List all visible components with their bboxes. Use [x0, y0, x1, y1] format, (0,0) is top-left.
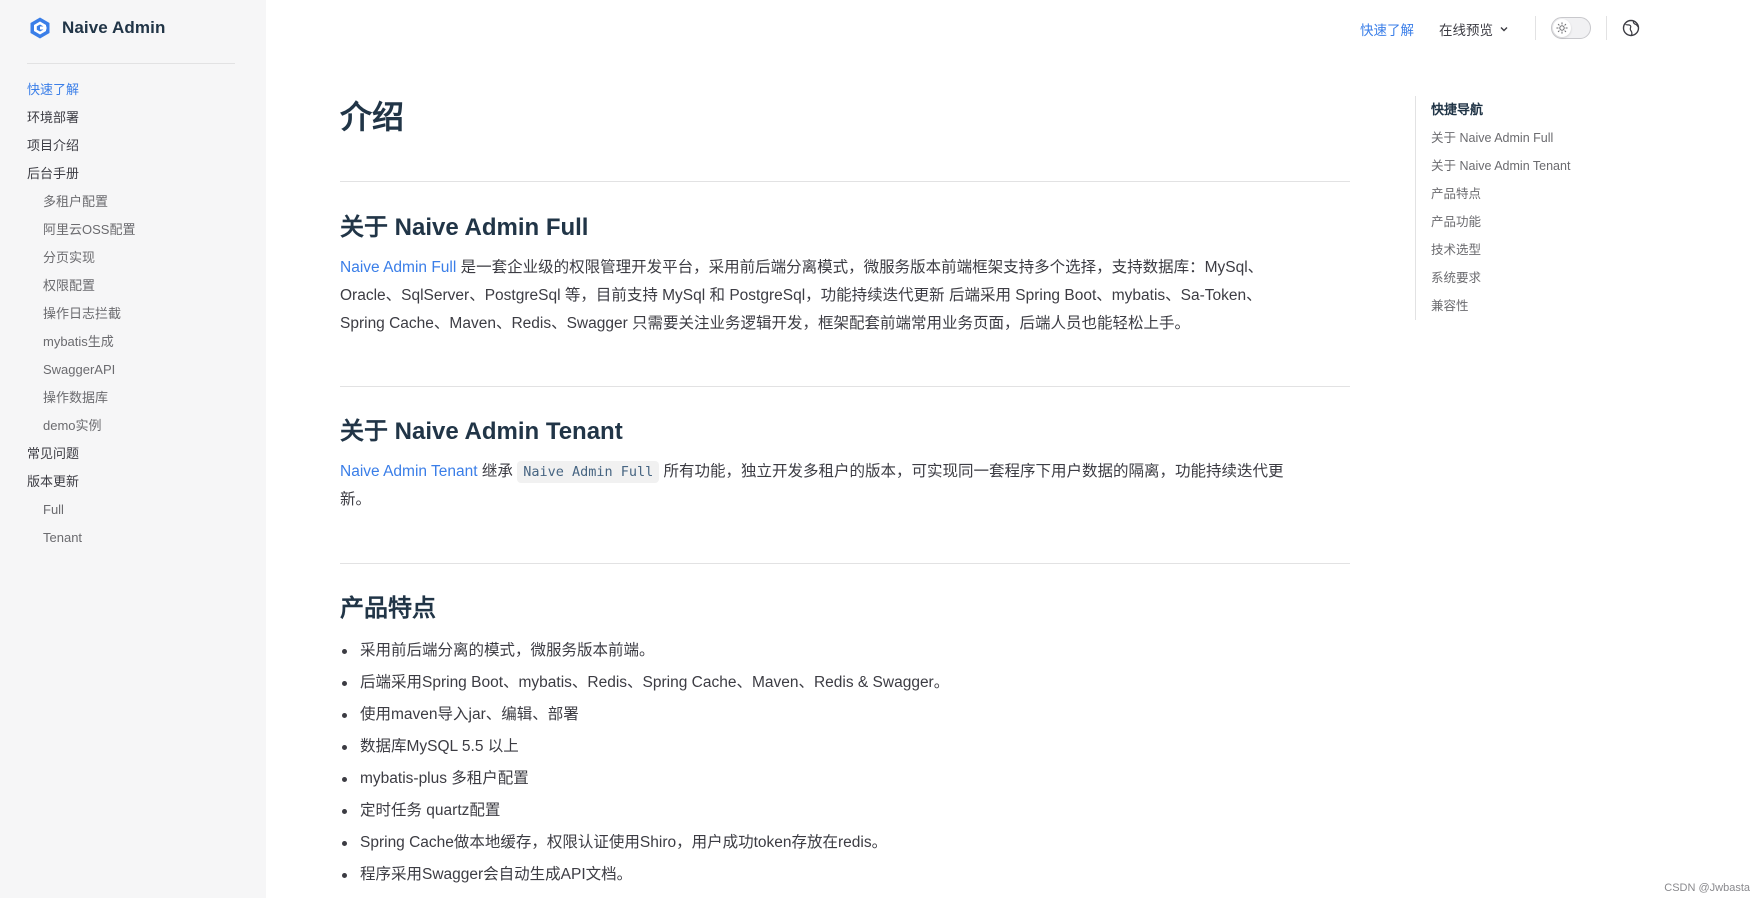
sidebar-item[interactable]: 阿里云OSS配置: [27, 220, 135, 248]
sidebar-item[interactable]: SwaggerAPI: [27, 360, 135, 388]
sidebar-item[interactable]: 后台手册: [27, 164, 135, 192]
theme-toggle[interactable]: [1551, 17, 1591, 39]
full-text-2: Oracle、SqlServer、PostgreSql 等，目前支持 MySql…: [340, 287, 1262, 304]
chevron-down-icon: [1500, 27, 1508, 32]
bullet-icon: [342, 873, 347, 878]
list-item: 数据库MySQL 5.5 以上: [342, 735, 1350, 767]
list-item: 定时任务 quartz配置: [342, 799, 1350, 831]
sidebar-item[interactable]: 项目介绍: [27, 136, 135, 164]
naive-admin-full-link[interactable]: Naive Admin Full: [340, 259, 456, 276]
list-item-text: 定时任务 quartz配置: [360, 802, 501, 819]
sidebar: Naive Admin 快速了解 环境部署 项目介绍 后台手册 多租户配置 阿里云OSS配…: [0, 0, 266, 898]
sidebar-item[interactable]: 多租户配置: [27, 192, 135, 220]
section-heading-full: 关于 Naive Admin Full: [340, 214, 589, 241]
outline-item[interactable]: 关于 Naive Admin Full: [1431, 124, 1615, 152]
features-list: 采用前后端分离的模式，微服务版本前端。后端采用Spring Boot、mybat…: [342, 639, 1350, 895]
section-full-text: Naive Admin Full 是一套企业级的权限管理开发平台，采用前后端分离…: [340, 254, 1350, 338]
list-item-text: 程序采用Swagger会自动生成API文档。: [360, 866, 633, 883]
sidebar-item[interactable]: 权限配置: [27, 276, 135, 304]
nav-preview-label: 在线预览: [1439, 23, 1493, 38]
sidebar-item[interactable]: 操作日志拦截: [27, 304, 135, 332]
outline-item[interactable]: 产品特点: [1431, 180, 1615, 208]
section-divider: [340, 563, 1350, 564]
sun-icon: [1556, 22, 1568, 34]
topnav-divider: [1535, 16, 1536, 40]
tenant-text-2: 新。: [340, 491, 372, 508]
naive-admin-tenant-link[interactable]: Naive Admin Tenant: [340, 463, 478, 480]
sidebar-item[interactable]: mybatis生成: [27, 332, 135, 360]
outline-item[interactable]: 系统要求: [1431, 264, 1615, 292]
nav-preview-dropdown[interactable]: 在线预览: [1439, 19, 1509, 39]
sidebar-item[interactable]: Tenant: [27, 528, 135, 556]
list-item-text: 使用maven导入jar、编辑、部署: [360, 706, 579, 723]
section-tenant-text: Naive Admin Tenant 继承 Naive Admin Full 所…: [340, 458, 1350, 514]
list-item: 使用maven导入jar、编辑、部署: [342, 703, 1350, 735]
sidebar-item[interactable]: 分页实现: [27, 248, 135, 276]
sidebar-item[interactable]: 环境部署: [27, 108, 135, 136]
bullet-icon: [342, 681, 347, 686]
tenant-text-1: 所有功能，独立开发多租户的版本，可实现同一套程序下用户数据的隔离，功能持续迭代更: [659, 463, 1284, 480]
outline-item[interactable]: 技术选型: [1431, 236, 1615, 264]
full-text-3: Spring Cache、Maven、Redis、Swagger 只需要关注业务…: [340, 315, 1191, 332]
brand-name: Naive Admin: [62, 18, 166, 37]
nav-quick-link[interactable]: 快速了解: [1360, 19, 1414, 39]
page-title: 介绍: [340, 99, 405, 135]
list-item-text: 数据库MySQL 5.5 以上: [360, 738, 519, 755]
sidebar-item[interactable]: 操作数据库: [27, 388, 135, 416]
list-item-text: 采用前后端分离的模式，微服务版本前端。: [360, 642, 655, 659]
full-text-1: 是一套企业级的权限管理开发平台，采用前后端分离模式，微服务版本前端框架支持多个选…: [456, 259, 1264, 276]
tenant-text-before: 继承: [477, 463, 518, 480]
outline-title: 快捷导航: [1431, 102, 1484, 117]
page-outline: 快捷导航 关于 Naive Admin Full 关于 Naive Admin T…: [1415, 96, 1615, 320]
sidebar-divider: [27, 63, 235, 64]
sidebar-item[interactable]: 版本更新: [27, 472, 135, 500]
list-item: Spring Cache做本地缓存，权限认证使用Shiro，用户成功token存…: [342, 831, 1350, 863]
sidebar-item[interactable]: 快速了解: [27, 80, 135, 108]
bullet-icon: [342, 745, 347, 750]
sidebar-nav: 快速了解 环境部署 项目介绍 后台手册 多租户配置 阿里云OSS配置 分页实现 权限配置 操作日…: [27, 80, 135, 556]
bullet-icon: [342, 713, 347, 718]
bullet-icon: [342, 777, 347, 782]
sidebar-item[interactable]: 常见问题: [27, 444, 135, 472]
brand[interactable]: Naive Admin: [28, 16, 165, 40]
list-item-text: 后端采用Spring Boot、mybatis、Redis、Spring Cac…: [360, 674, 950, 691]
outline-item[interactable]: 产品功能: [1431, 208, 1615, 236]
bullet-icon: [342, 649, 347, 654]
section-divider: [340, 181, 1350, 182]
list-item: mybatis-plus 多租户配置: [342, 767, 1350, 799]
list-item: 程序采用Swagger会自动生成API文档。: [342, 863, 1350, 895]
toggle-knob: [1553, 19, 1571, 37]
outline-item[interactable]: 关于 Naive Admin Tenant: [1431, 152, 1615, 180]
topnav-divider: [1606, 16, 1607, 40]
section-divider: [340, 386, 1350, 387]
section-heading-features: 产品特点: [340, 595, 436, 622]
sidebar-item[interactable]: demo实例: [27, 416, 135, 444]
list-item: 后端采用Spring Boot、mybatis、Redis、Spring Cac…: [342, 671, 1350, 703]
bullet-icon: [342, 809, 347, 814]
inline-code: Naive Admin Full: [517, 461, 660, 483]
globe-icon[interactable]: [1622, 19, 1640, 37]
outline-item[interactable]: 兼容性: [1431, 292, 1615, 320]
sidebar-item[interactable]: Full: [27, 500, 135, 528]
section-heading-tenant: 关于 Naive Admin Tenant: [340, 418, 623, 445]
list-item: 采用前后端分离的模式，微服务版本前端。: [342, 639, 1350, 671]
hexagon-logo-icon: [30, 17, 50, 39]
list-item-text: Spring Cache做本地缓存，权限认证使用Shiro，用户成功token存…: [360, 834, 888, 851]
list-item-text: mybatis-plus 多租户配置: [360, 770, 529, 787]
bullet-icon: [342, 841, 347, 846]
watermark: CSDN @Jwbasta: [1664, 882, 1750, 894]
